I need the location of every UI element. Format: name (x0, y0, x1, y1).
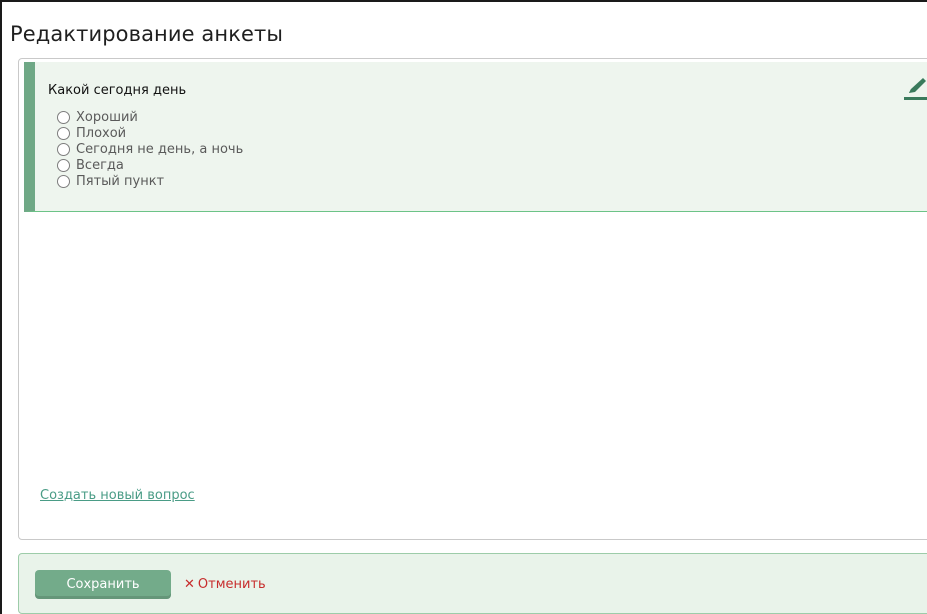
radio-button[interactable] (57, 126, 70, 140)
option-always[interactable]: Всегда (57, 157, 243, 173)
close-icon: ✕ (184, 577, 195, 592)
cancel-label: Отменить (197, 577, 266, 592)
radio-button[interactable] (57, 174, 70, 188)
page-title: Редактирование анкеты (10, 22, 284, 46)
save-button[interactable]: Сохранить (35, 570, 171, 599)
cancel-button[interactable]: ✕ Отменить (184, 577, 266, 592)
option-fifth[interactable]: Пятый пункт (57, 173, 243, 189)
option-good[interactable]: Хороший (57, 109, 243, 125)
option-label: Сегодня не день, а ночь (76, 141, 244, 157)
answer-options: Хороший Плохой Сегодня не день, а ночь В… (57, 109, 243, 189)
question-card: Какой сегодня день Хороший Плохой Сегодн… (24, 62, 927, 212)
radio-button[interactable] (57, 158, 70, 172)
action-bar: Сохранить ✕ Отменить (18, 553, 927, 614)
pencil-icon (904, 78, 927, 100)
edit-question-button[interactable] (901, 71, 927, 103)
create-question-link[interactable]: Создать новый вопрос (40, 488, 195, 503)
option-label: Всегда (76, 157, 124, 173)
option-bad[interactable]: Плохой (57, 125, 243, 141)
window-frame: Редактирование анкеты Какой сегодня день… (0, 0, 927, 614)
radio-button[interactable] (57, 110, 70, 124)
option-label: Плохой (76, 125, 127, 141)
question-title: Какой сегодня день (48, 83, 187, 98)
option-label: Пятый пункт (76, 173, 165, 189)
radio-button[interactable] (57, 142, 70, 156)
questionnaire-editor-panel: Какой сегодня день Хороший Плохой Сегодн… (18, 58, 927, 540)
option-night[interactable]: Сегодня не день, а ночь (57, 141, 243, 157)
option-label: Хороший (76, 109, 138, 125)
